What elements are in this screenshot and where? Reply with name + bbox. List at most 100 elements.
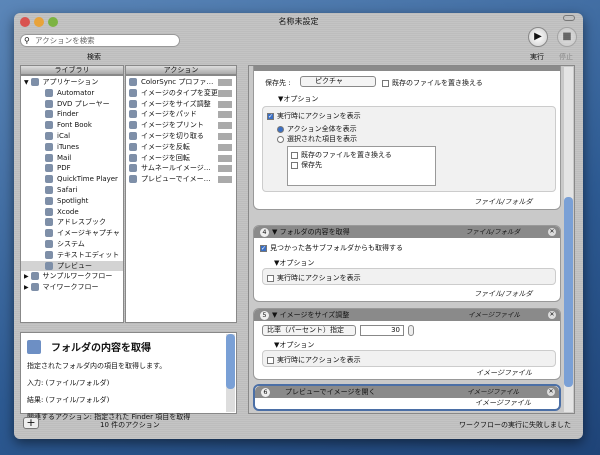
subfolders-checkbox[interactable]: ✓ 見つかった各サブフォルダからも取得する xyxy=(260,243,403,253)
library-item-label: アドレスブック xyxy=(57,218,106,227)
library-item-label: サンプルワークフロー xyxy=(42,272,113,281)
action-item-label: イメージを切り取る xyxy=(141,131,204,140)
toolbar-toggle-button[interactable] xyxy=(563,15,575,21)
preview-icon xyxy=(129,88,137,97)
item-replace[interactable]: 既存のファイルを置き換える xyxy=(291,150,432,160)
replace-checkbox[interactable]: 既存のファイルを置き換える xyxy=(382,78,483,88)
library-item-label: イメージキャプチャ xyxy=(57,229,120,238)
action-badge xyxy=(218,79,232,86)
search-label: 検索 xyxy=(87,53,101,61)
action-item[interactable]: サムネールイメージ… xyxy=(126,163,236,174)
item-save-location[interactable]: 保存先 xyxy=(291,160,432,170)
action-header: 5 ▼ イメージをサイズ調整 イメージファイル ✕ xyxy=(254,309,560,321)
app-icon xyxy=(45,196,53,205)
action-item-label: イメージを反転 xyxy=(141,142,190,151)
action-item[interactable]: イメージのタイプを変更 xyxy=(126,88,236,99)
library-item[interactable]: iCal xyxy=(21,131,123,142)
remove-action-icon[interactable]: ✕ xyxy=(547,388,555,396)
library-item-label: Safari xyxy=(57,185,78,194)
library-item[interactable]: ▶ サンプルワークフロー xyxy=(21,271,123,282)
action-item[interactable]: イメージを反転 xyxy=(126,142,236,153)
library-item[interactable]: アドレスブック xyxy=(21,217,123,228)
action-item[interactable]: イメージをパッド xyxy=(126,109,236,120)
library-item[interactable]: PDF xyxy=(21,163,123,174)
library-item[interactable]: プレビュー xyxy=(21,260,123,272)
library-item[interactable]: iTunes xyxy=(21,142,123,153)
library-item[interactable]: Safari xyxy=(21,185,123,196)
workflow-area: 保存先 : ピクチャ 既存のファイルを置き換える ▼オプション ✓ 実行時にアクシ… xyxy=(248,65,575,414)
library-item-label: Mail xyxy=(57,153,72,162)
scroll-thumb[interactable] xyxy=(564,197,573,387)
disclosure-triangle-icon[interactable]: ▼ xyxy=(24,79,31,86)
library-item[interactable]: Mail xyxy=(21,153,123,164)
show-selected-radio[interactable]: 選択された項目を表示 xyxy=(277,134,357,144)
action-number: 6 xyxy=(261,387,270,397)
action-item[interactable]: ColorSync プロファ… xyxy=(126,77,236,88)
options-toggle[interactable]: ▼オプション xyxy=(274,340,314,350)
remove-action-icon[interactable]: ✕ xyxy=(548,311,556,319)
show-action-checkbox[interactable]: ✓ 実行時にアクションを表示 xyxy=(267,111,361,121)
automator-window: 名称未設定 アクションを検索 ⚲ 検索 ▶ 実行 ■ 停止 ライブラリ アクショ… xyxy=(14,13,583,439)
workflow-status: ワークフローの実行に失敗しました xyxy=(459,421,571,429)
action-search-input[interactable]: アクションを検索 xyxy=(20,34,180,47)
window-title: 名称未設定 xyxy=(278,17,319,26)
library-item[interactable]: Spotlight xyxy=(21,196,123,207)
library-item[interactable]: Xcode xyxy=(21,207,123,218)
action-item[interactable]: イメージを回転 xyxy=(126,153,236,164)
library-header[interactable]: ライブラリ xyxy=(20,65,124,75)
library-item-label: PDF xyxy=(57,164,71,173)
library-item-label: プレビュー xyxy=(57,261,92,270)
disclosure-triangle-icon[interactable]: ▶ xyxy=(24,273,31,280)
action-item-label: サムネールイメージ… xyxy=(141,164,211,173)
action-item[interactable]: イメージを切り取る xyxy=(126,131,236,142)
library-item[interactable]: イメージキャプチャ xyxy=(21,228,123,239)
library-item-label: Automator xyxy=(57,88,95,97)
action-badge xyxy=(218,143,232,151)
disclosure-triangle-icon[interactable]: ▶ xyxy=(24,284,31,291)
action-item-label: イメージを回転 xyxy=(141,153,190,162)
action-item[interactable]: イメージをプリント xyxy=(126,120,236,131)
action-title[interactable]: ▼ イメージをサイズ調整 xyxy=(272,311,349,319)
input-type: イメージファイル xyxy=(467,388,519,396)
options-panel: 実行時にアクションを表示 xyxy=(262,350,556,367)
description-scrollbar[interactable] xyxy=(226,334,235,412)
library-item-label: Xcode xyxy=(57,207,79,216)
percent-input[interactable]: 30 xyxy=(360,325,404,336)
action-item-label: ColorSync プロファ… xyxy=(141,78,214,86)
action-item[interactable]: プレビューでイメー… xyxy=(126,174,236,185)
actions-header[interactable]: アクション xyxy=(125,65,237,75)
add-button[interactable]: + xyxy=(23,417,39,429)
show-all-radio[interactable]: アクション全体を表示 xyxy=(277,124,357,134)
stop-button[interactable]: ■ xyxy=(557,27,577,47)
app-icon xyxy=(45,229,53,238)
options-toggle[interactable]: ▼オプション xyxy=(274,258,314,268)
library-item[interactable]: Automator xyxy=(21,88,123,99)
library-item[interactable]: テキストエディット xyxy=(21,250,123,261)
run-button[interactable]: ▶ xyxy=(528,27,548,47)
save-location-select[interactable]: ピクチャ xyxy=(300,76,376,87)
library-item[interactable]: Finder xyxy=(21,109,123,120)
remove-action-icon[interactable]: ✕ xyxy=(548,228,556,236)
library-item-label: マイワークフロー xyxy=(42,283,99,292)
action-resize-images: 5 ▼ イメージをサイズ調整 イメージファイル ✕ 比率（パーセント）指定 30 ▼オ… xyxy=(253,308,561,380)
preview-icon xyxy=(129,164,137,173)
library-item[interactable]: DVD プレーヤー xyxy=(21,99,123,110)
library-item[interactable]: システム xyxy=(21,239,123,250)
library-item[interactable]: Font Book xyxy=(21,120,123,131)
action-title[interactable]: プレビューでイメージを開く xyxy=(285,388,375,396)
action-title[interactable]: ▼ フォルダの内容を取得 xyxy=(272,228,350,236)
percent-stepper[interactable] xyxy=(408,325,414,336)
input-type: イメージファイル xyxy=(468,311,520,319)
action-header: 4 ▼ フォルダの内容を取得 ファイル/フォルダ ✕ xyxy=(254,226,560,238)
options-toggle[interactable]: ▼オプション xyxy=(278,94,318,104)
library-item[interactable]: QuickTime Player xyxy=(21,174,123,185)
preview-icon xyxy=(129,142,137,151)
show-action-checkbox[interactable]: 実行時にアクションを表示 xyxy=(267,355,361,365)
action-item[interactable]: イメージをサイズ調整 xyxy=(126,99,236,110)
resize-mode-select[interactable]: 比率（パーセント）指定 xyxy=(262,325,356,336)
workflow-scrollbar[interactable] xyxy=(564,67,573,412)
library-item[interactable]: ▶ マイワークフロー xyxy=(21,282,123,293)
library-item[interactable]: ▼ アプリケーション xyxy=(21,77,123,88)
action-item-label: イメージをサイズ調整 xyxy=(141,99,211,108)
show-action-checkbox[interactable]: 実行時にアクションを表示 xyxy=(267,273,361,283)
